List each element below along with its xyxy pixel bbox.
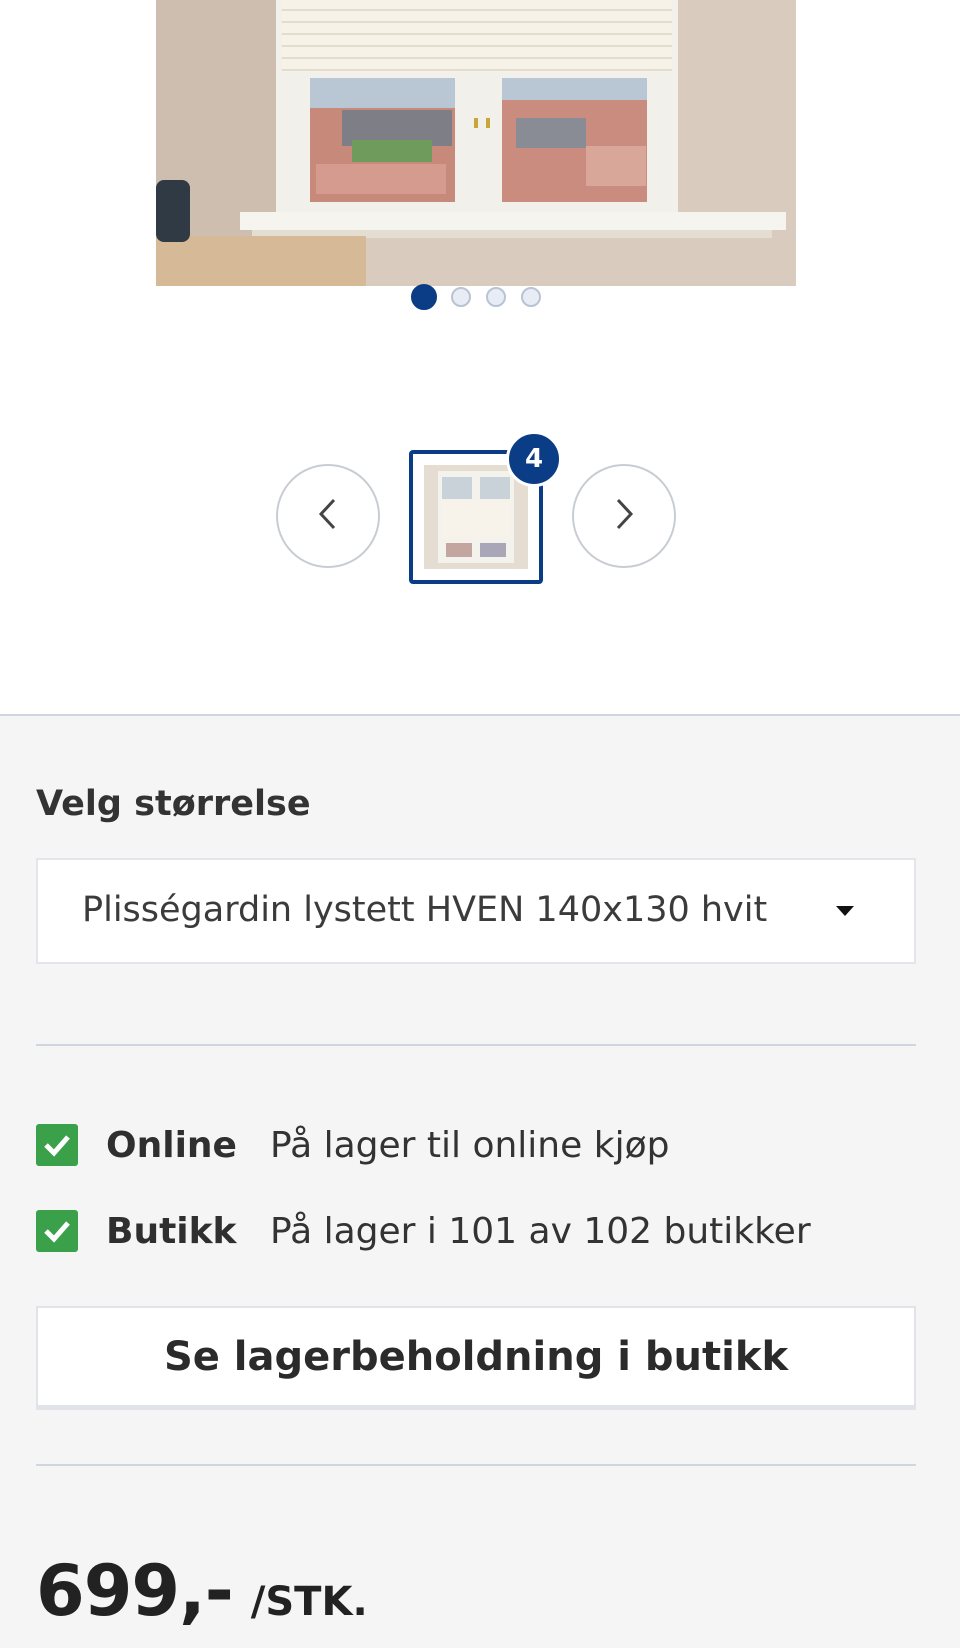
pagination-dot-2[interactable] [451,287,471,307]
price-unit: /STK. [250,1579,368,1625]
image-count-badge: 4 [506,431,562,487]
previous-image-button[interactable] [276,464,380,568]
availability-online-label: Online [106,1125,237,1166]
divider [36,1044,916,1046]
image-pagination [0,284,960,311]
caret-down-icon [836,906,854,916]
product-image[interactable] [156,0,796,286]
availability-online-text: På lager til online kjøp [270,1125,670,1166]
price-amount: 699,- [36,1550,234,1632]
purchase-panel [0,714,960,1648]
pagination-dot-1[interactable] [411,284,437,310]
availability-store-text: På lager i 101 av 102 butikker [270,1211,811,1252]
size-select[interactable]: Plisségardin lystett HVEN 140x130 hvit [36,858,916,964]
availability-store-label: Butikk [106,1211,237,1252]
next-image-button[interactable] [572,464,676,568]
size-select-value: Plisségardin lystett HVEN 140x130 hvit [82,890,768,930]
chevron-left-icon [316,496,340,536]
price: 699,- /STK. [36,1550,368,1632]
check-store-stock-button[interactable]: Se lagerbeholdning i butikk [36,1306,916,1410]
divider [36,1464,916,1466]
pagination-dot-3[interactable] [486,287,506,307]
chevron-right-icon [612,496,636,536]
thumbnail-photo [424,465,528,569]
pagination-dot-4[interactable] [521,287,541,307]
product-photo [156,0,796,286]
checkmark-icon [36,1210,78,1252]
checkmark-icon [36,1124,78,1166]
size-label: Velg størrelse [36,784,311,824]
